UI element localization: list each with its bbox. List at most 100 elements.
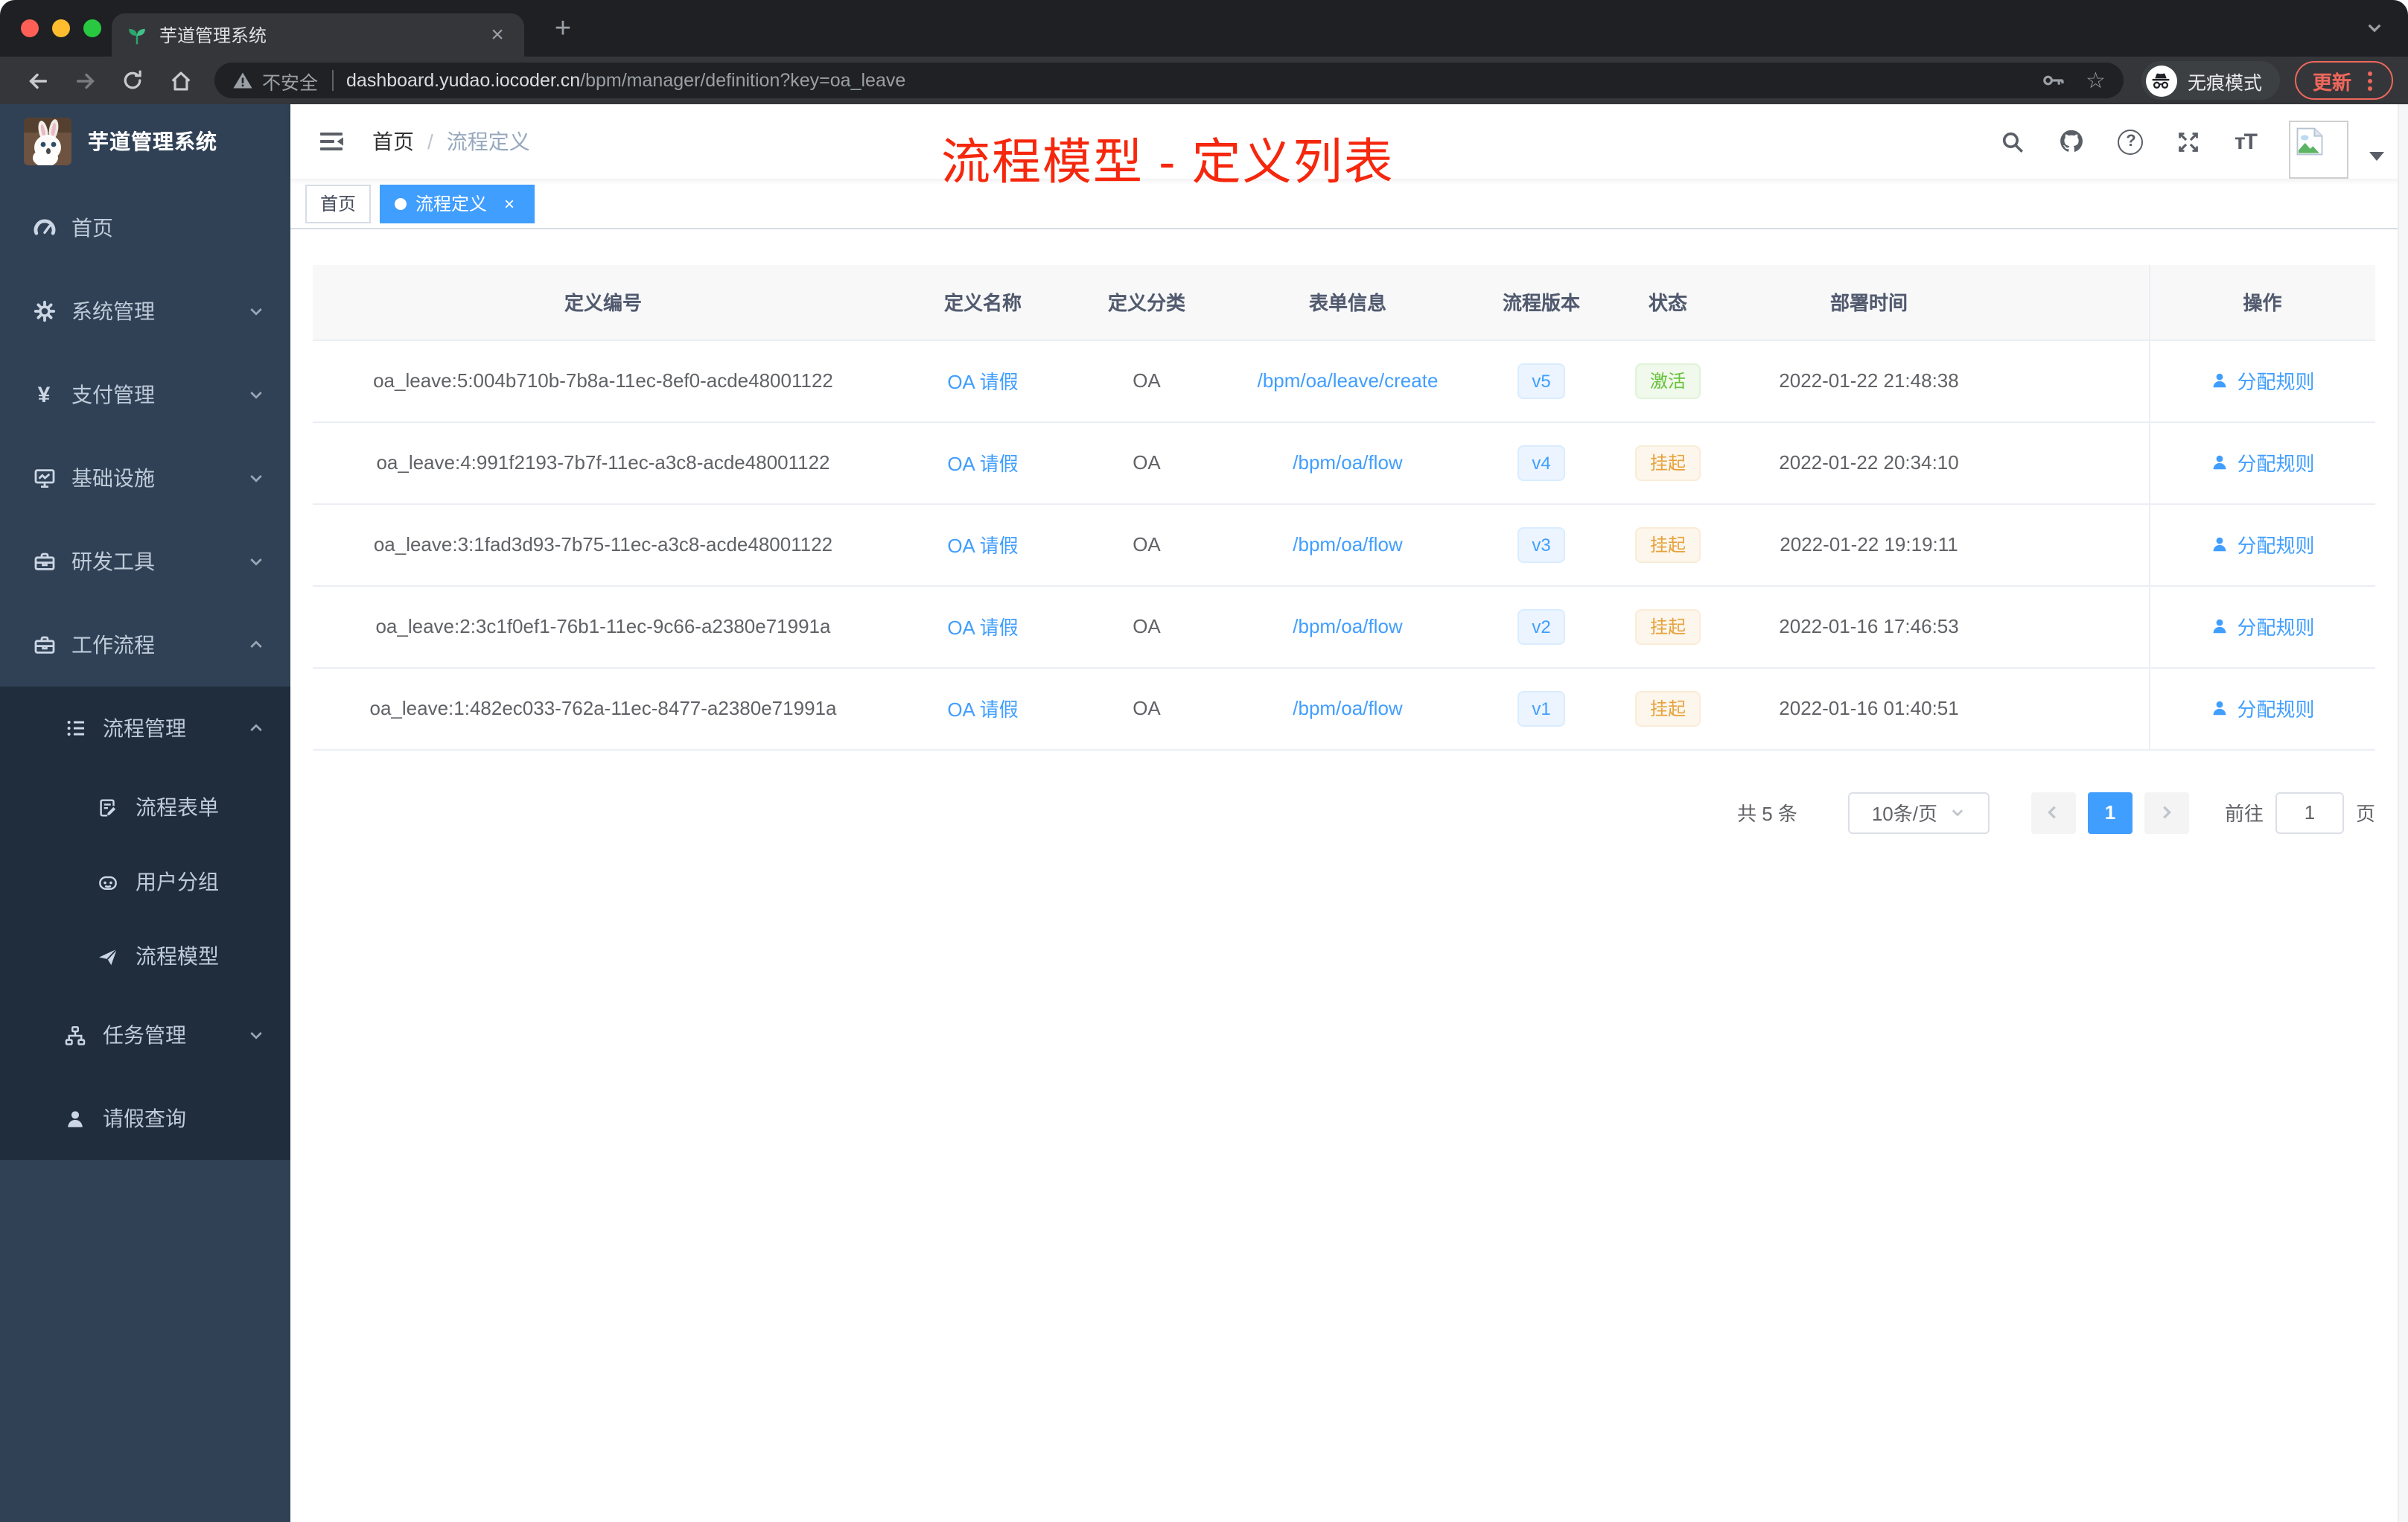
font-size-icon[interactable] (2235, 129, 2256, 154)
sidebar-item-infrastructure[interactable]: 基础设施 (0, 436, 290, 520)
sidebar-collapse-icon[interactable] (313, 124, 351, 159)
avatar[interactable] (2289, 120, 2348, 178)
sidebar-item-workflow[interactable]: 工作流程 (0, 603, 290, 687)
browser-window: 芋道管理系统 不安全 dashboard.yudao.iocoder.cn/bp (0, 0, 2408, 1522)
active-dot-icon (395, 197, 407, 209)
form-edit-icon (95, 796, 121, 818)
col-header-actions: 操作 (2148, 265, 2375, 340)
chevron-down-icon (247, 553, 265, 570)
sidebar-item-system[interactable]: 系统管理 (0, 270, 290, 353)
traffic-light-zoom-button[interactable] (83, 19, 101, 37)
sidebar-item-process-model[interactable]: 流程模型 (0, 919, 290, 993)
incognito-label: 无痕模式 (2187, 72, 2262, 93)
definition-name-link[interactable]: OA 请假 (947, 453, 1018, 475)
incognito-icon (2145, 65, 2177, 96)
form-link[interactable]: /bpm/oa/flow (1293, 533, 1402, 555)
traffic-light-minimize-button[interactable] (52, 19, 70, 37)
prev-page-button[interactable] (2030, 792, 2076, 833)
user-icon (2214, 619, 2226, 634)
sidebar-item-label: 工作流程 (71, 633, 155, 657)
cell-category: OA (1072, 421, 1221, 504)
version-badge: v3 (1517, 526, 1566, 562)
gear-icon (31, 299, 57, 323)
bookmark-star-icon[interactable] (2086, 66, 2106, 95)
definition-name-link[interactable]: OA 请假 (947, 617, 1018, 639)
tag-close-icon[interactable] (499, 193, 520, 214)
new-tab-button[interactable] (545, 13, 581, 49)
page-scrollbar[interactable] (2398, 104, 2408, 1522)
sidebar-item-process-form[interactable]: 流程表单 (0, 770, 290, 844)
definition-name-link[interactable]: OA 请假 (947, 535, 1018, 557)
fullscreen-icon[interactable] (2176, 129, 2202, 154)
chevron-up-icon (247, 719, 265, 737)
version-badge: v4 (1517, 445, 1566, 480)
sidebar-logo[interactable]: 芋道管理系统 (0, 104, 290, 179)
sidebar-item-leave-query[interactable]: 请假查询 (0, 1077, 290, 1160)
breadcrumb-home-link[interactable]: 首页 (372, 127, 414, 156)
search-icon[interactable] (2001, 129, 2026, 154)
next-page-button[interactable] (2144, 792, 2189, 833)
cell-deploy-time: 2022-01-22 21:48:38 (1727, 340, 2010, 422)
cell-deploy-time: 2022-01-22 20:34:10 (1727, 421, 2010, 504)
tab-close-icon[interactable] (485, 22, 509, 48)
browser-update-button[interactable]: 更新 (2294, 61, 2393, 100)
traffic-light-close-button[interactable] (21, 19, 39, 37)
browser-tab[interactable]: 芋道管理系统 (112, 13, 524, 57)
sidebar-item-process-management[interactable]: 流程管理 (0, 687, 290, 770)
page-unit-label: 页 (2355, 803, 2375, 825)
definition-name-link[interactable]: OA 请假 (947, 698, 1018, 721)
assign-rule-link[interactable]: 分配规则 (2210, 366, 2315, 395)
sidebar-item-home[interactable]: 首页 (0, 186, 290, 270)
cell-category: OA (1072, 503, 1221, 586)
sidebar-item-dev-tools[interactable]: 研发工具 (0, 520, 290, 603)
goto-page-input[interactable] (2275, 792, 2344, 833)
tag-label: 流程定义 (415, 194, 488, 214)
form-link[interactable]: /bpm/oa/leave/create (1258, 369, 1439, 392)
assign-rule-link[interactable]: 分配规则 (2210, 612, 2315, 640)
form-link[interactable]: /bpm/oa/flow (1293, 451, 1402, 474)
table-row: oa_leave:5:004b710b-7b8a-11ec-8ef0-acde4… (313, 340, 2375, 422)
sidebar-item-payment[interactable]: 支付管理 (0, 353, 290, 436)
status-badge: 挂起 (1634, 608, 1701, 644)
main-area: 首页 / 流程定义 流程模型 - 定义列表 ? тT 首页 流程定义 × 定义编… (290, 104, 2408, 1522)
form-link[interactable]: /bpm/oa/flow (1293, 615, 1402, 637)
assign-rule-link[interactable]: 分配规则 (2210, 448, 2315, 477)
chevron-down-icon (247, 386, 265, 404)
assign-rule-label: 分配规则 (2237, 617, 2315, 639)
sidebar-menu: 首页 系统管理 支付管理 (0, 179, 290, 1160)
forward-button[interactable] (66, 61, 104, 100)
favicon-sprout-icon (127, 25, 147, 45)
key-icon[interactable] (2041, 69, 2065, 92)
assign-rule-label: 分配规则 (2237, 371, 2315, 393)
github-icon[interactable] (2059, 128, 2086, 155)
page-size-select[interactable]: 10条/页 (1847, 792, 1990, 833)
pagination: 共 5 条 10条/页 1 前往 页 (313, 792, 2375, 833)
help-icon[interactable] (2118, 129, 2144, 154)
url-text[interactable]: dashboard.yudao.iocoder.cn/bpm/manager/d… (346, 70, 2023, 91)
reload-button[interactable] (113, 61, 152, 100)
tag-home[interactable]: 首页 (305, 184, 372, 223)
address-bar[interactable]: 不安全 dashboard.yudao.iocoder.cn/bpm/manag… (214, 63, 2124, 98)
back-button[interactable] (18, 61, 57, 100)
home-button[interactable] (161, 61, 200, 100)
tab-search-chevron-icon[interactable] (2365, 18, 2384, 45)
sidebar-item-user-group[interactable]: 用户分组 (0, 844, 290, 919)
col-header-definition-id: 定义编号 (313, 265, 894, 340)
tag-label: 首页 (320, 194, 357, 214)
form-link[interactable]: /bpm/oa/flow (1293, 697, 1402, 719)
toolbox-icon (31, 550, 57, 573)
assign-rule-link[interactable]: 分配规则 (2210, 694, 2315, 722)
header-actions (2001, 105, 2384, 178)
sidebar-item-label: 流程模型 (136, 944, 219, 968)
sidebar-item-label: 系统管理 (71, 299, 155, 323)
avatar-caret-icon[interactable] (2369, 152, 2384, 161)
page-number-button[interactable]: 1 (2087, 792, 2133, 833)
assign-rule-link[interactable]: 分配规则 (2210, 530, 2315, 558)
cell-deploy-time: 2022-01-16 17:46:53 (1727, 585, 2010, 668)
tag-process-definition[interactable]: 流程定义 (380, 184, 535, 223)
sidebar-item-task-management[interactable]: 任务管理 (0, 993, 290, 1077)
definition-name-link[interactable]: OA 请假 (947, 371, 1018, 393)
col-header-definition-name: 定义名称 (894, 265, 1072, 340)
kebab-menu-icon (2368, 78, 2372, 83)
security-label[interactable]: 不安全 (262, 66, 318, 95)
